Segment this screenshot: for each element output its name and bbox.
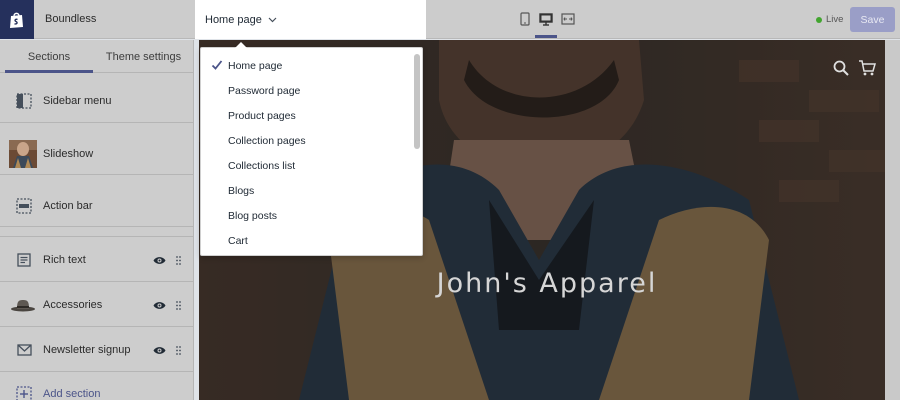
search-icon[interactable] bbox=[831, 58, 851, 78]
dropdown-option-blogs[interactable]: Blogs bbox=[201, 178, 413, 203]
active-tab-underline bbox=[5, 70, 93, 73]
tab-theme-settings[interactable]: Theme settings bbox=[95, 40, 192, 73]
eye-icon[interactable] bbox=[152, 344, 166, 356]
dropdown-option-product-pages[interactable]: Product pages bbox=[201, 103, 413, 128]
section-label: Sidebar menu bbox=[43, 95, 112, 107]
dropdown-option-home-page[interactable]: Home page bbox=[201, 53, 413, 78]
chevron-down-icon bbox=[268, 14, 277, 26]
section-newsletter-signup[interactable]: Newsletter signup bbox=[0, 341, 194, 359]
live-label: Live bbox=[826, 14, 844, 25]
section-sidebar-menu[interactable]: Sidebar menu bbox=[0, 92, 194, 110]
add-section-button[interactable]: Add section bbox=[0, 385, 194, 400]
live-status: Live bbox=[816, 14, 843, 25]
shopify-logo-icon[interactable] bbox=[0, 0, 34, 39]
divider bbox=[0, 174, 194, 175]
theme-name: Boundless bbox=[45, 13, 97, 25]
slideshow-thumbnail bbox=[9, 140, 37, 168]
page-selector-label: Home page bbox=[205, 13, 262, 26]
drag-handle-icon[interactable] bbox=[175, 255, 181, 265]
eye-icon[interactable] bbox=[152, 299, 166, 311]
divider bbox=[0, 226, 194, 227]
section-label: Slideshow bbox=[43, 148, 94, 160]
top-bar: Boundless Home page Live Save bbox=[0, 0, 900, 39]
mobile-icon[interactable] bbox=[516, 10, 534, 28]
dropdown-caret bbox=[235, 42, 247, 48]
dropdown-option-password-page[interactable]: Password page bbox=[201, 78, 413, 103]
drag-handle-icon[interactable] bbox=[175, 345, 181, 355]
dropdown-option-collections-list[interactable]: Collections list bbox=[201, 153, 413, 178]
page-selector-dropdown: Home page Password page Product pages Co… bbox=[200, 42, 423, 256]
dropdown-option-cart[interactable]: Cart bbox=[201, 228, 413, 253]
save-button[interactable]: Save bbox=[850, 7, 895, 32]
eye-icon[interactable] bbox=[152, 254, 166, 266]
active-device-indicator bbox=[535, 35, 557, 38]
divider bbox=[0, 122, 194, 123]
dropdown-option-collection-pages[interactable]: Collection pages bbox=[201, 128, 413, 153]
divider bbox=[0, 236, 194, 237]
drag-handle-icon[interactable] bbox=[175, 300, 181, 310]
section-action-bar[interactable]: Action bar bbox=[0, 197, 194, 215]
live-dot-icon bbox=[816, 16, 822, 23]
add-section-icon bbox=[14, 385, 34, 400]
section-slideshow[interactable]: Slideshow bbox=[0, 140, 194, 168]
desktop-icon[interactable] bbox=[537, 10, 555, 28]
divider bbox=[0, 326, 194, 327]
dropdown-scrollbar-thumb[interactable] bbox=[414, 54, 420, 149]
action-bar-icon bbox=[14, 197, 34, 215]
mail-icon bbox=[14, 341, 34, 359]
page-selector[interactable]: Home page bbox=[195, 0, 426, 39]
section-label: Newsletter signup bbox=[43, 344, 131, 356]
section-label: Action bar bbox=[43, 200, 93, 212]
fullscreen-icon[interactable] bbox=[559, 10, 577, 28]
store-title: John's Apparel bbox=[436, 268, 658, 299]
sidebar-layout-icon bbox=[14, 92, 34, 110]
section-rich-text[interactable]: Rich text bbox=[0, 251, 194, 269]
section-label: Accessories bbox=[43, 299, 103, 311]
add-section-label: Add section bbox=[43, 388, 101, 400]
preview-scrollbar[interactable] bbox=[885, 40, 900, 400]
divider bbox=[0, 371, 194, 372]
section-label: Rich text bbox=[43, 254, 86, 266]
hat-thumbnail bbox=[10, 296, 36, 314]
tab-sections[interactable]: Sections bbox=[5, 40, 93, 73]
cart-icon[interactable] bbox=[857, 58, 877, 78]
section-accessories[interactable]: Accessories bbox=[0, 296, 194, 314]
dropdown-option-blog-posts[interactable]: Blog posts bbox=[201, 203, 413, 228]
divider bbox=[0, 281, 194, 282]
sidebar: Sections Theme settings Sidebar menu Sli… bbox=[0, 40, 194, 400]
checkmark-icon bbox=[211, 60, 223, 70]
text-icon bbox=[14, 251, 34, 269]
sidebar-tabs: Sections Theme settings bbox=[0, 40, 194, 73]
